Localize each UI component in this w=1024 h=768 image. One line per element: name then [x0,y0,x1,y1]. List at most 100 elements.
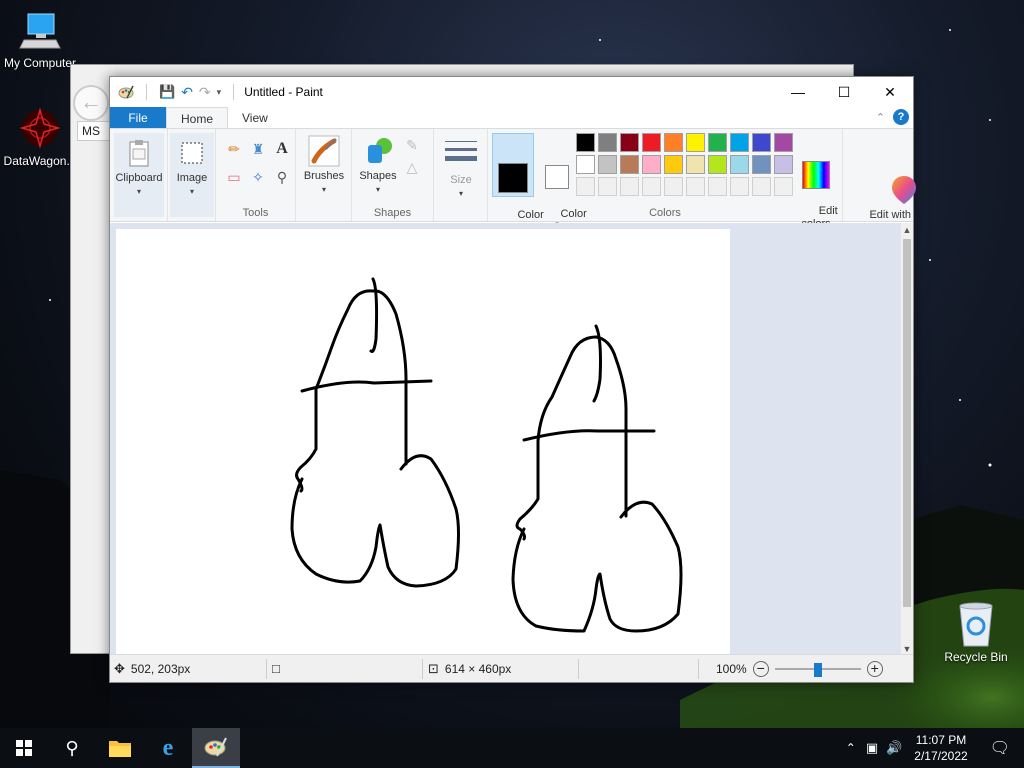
palette-swatch[interactable] [642,177,661,196]
vertical-scrollbar[interactable]: ▲ ▼ [901,223,913,656]
collapse-ribbon-icon[interactable]: ⌃ [876,111,885,124]
color1-button[interactable]: Color 1 [492,133,544,234]
recycle-bin-icon [959,602,993,647]
palette-swatch[interactable] [598,177,617,196]
palette-swatch[interactable] [774,155,793,174]
tools-label: Tools [242,207,269,219]
palette-swatch[interactable] [752,155,771,174]
canvas-workarea[interactable] [110,223,903,656]
back-arrow-icon[interactable]: ← [73,85,109,121]
size-button[interactable]: Size ▾ [440,133,482,200]
palette-swatch[interactable] [664,177,683,196]
palette-swatch[interactable] [576,155,595,174]
zoom-slider-thumb[interactable] [813,663,822,677]
palette-swatch[interactable] [730,177,749,196]
network-icon[interactable]: ▣ [862,740,882,756]
palette-swatch[interactable] [598,155,617,174]
palette-swatch[interactable] [686,155,705,174]
status-bar: ✥ 502, 203px □ ⊡ 614 × 460px 100% − + [110,654,913,682]
title-bar[interactable]: 💾 ↶ ↷ ▾ Untitled - Paint — ☐ ✕ [110,77,913,107]
desktop-icon-label: My Computer [3,56,77,70]
minimize-button[interactable]: — [775,77,821,107]
palette-swatch[interactable] [708,133,727,152]
palette-swatch[interactable] [620,177,639,196]
tab-view[interactable]: View [228,107,282,128]
pencil-icon[interactable]: ✏ [224,139,244,159]
palette-swatch[interactable] [774,133,793,152]
brushes-group: Brushes ▾ [296,129,352,221]
palette-swatch[interactable] [576,133,595,152]
palette-swatch[interactable] [642,133,661,152]
system-tray: ⌃ ▣ 🔊 11:07 PM 2/17/2022 🗨 [840,728,1024,768]
palette-swatch[interactable] [752,133,771,152]
paint-taskbar-button[interactable] [192,728,240,768]
text-icon[interactable]: A [272,139,292,159]
shapes-icon [362,135,394,167]
color-picker-icon[interactable]: ✧ [248,167,268,187]
palette-swatch[interactable] [576,177,595,196]
cursor-position-icon: ✥ [114,661,125,676]
internet-explorer-button[interactable]: e [144,728,192,768]
palette-swatch[interactable] [730,155,749,174]
edit-colors-icon [802,161,830,189]
close-button[interactable]: ✕ [867,77,913,107]
palette-swatch[interactable] [620,155,639,174]
customize-quick-access-icon[interactable]: ▾ [217,87,222,98]
eraser-icon[interactable]: ▭ [224,167,244,187]
save-icon[interactable]: 💾 [159,84,175,100]
search-button[interactable]: ⚲ [48,728,96,768]
start-button[interactable] [0,728,48,768]
internet-explorer-icon: e [162,734,174,761]
palette-swatch[interactable] [774,177,793,196]
shapes-label: Shapes [359,170,397,182]
shapes-button[interactable]: Shapes ▾ [356,133,400,196]
fill-shape-icon[interactable]: △ [402,157,422,177]
clock[interactable]: 11:07 PM 2/17/2022 [906,732,975,764]
file-explorer-button[interactable] [96,728,144,768]
outline-icon[interactable]: ✎ [402,135,422,155]
palette-swatch[interactable] [664,155,683,174]
fill-icon[interactable]: ♜ [248,139,268,159]
palette-swatch[interactable] [686,177,705,196]
brushes-button[interactable]: Brushes ▾ [300,133,348,196]
desktop-icon-datawagon[interactable]: DataWagon... [0,108,80,168]
clipboard-group: Clipboard ▾ [110,129,168,221]
help-icon[interactable]: ? [893,109,909,125]
tab-file[interactable]: File [110,107,166,128]
zoom-out-icon[interactable]: − [752,661,769,677]
scroll-down-icon[interactable]: ▼ [901,644,913,654]
folder-icon [109,741,131,757]
magnifier-icon[interactable]: ⚲ [272,167,292,187]
palette-swatch[interactable] [708,177,727,196]
scroll-thumb[interactable] [903,239,911,607]
notifications-icon[interactable]: 🗨 [976,738,1024,758]
shapes-group: Shapes ▾ ✎ △ Shapes [352,129,434,221]
show-hidden-icons-icon[interactable]: ⌃ [840,741,862,755]
paint-window[interactable]: 💾 ↶ ↷ ▾ Untitled - Paint — ☐ ✕ File Home… [109,76,916,683]
volume-icon[interactable]: 🔊 [882,740,906,756]
palette-swatch[interactable] [730,133,749,152]
recycle-bin-label: Recycle Bin [944,650,1008,664]
image-button[interactable]: Image ▾ [170,133,214,217]
tab-home[interactable]: Home [166,107,229,128]
redo-icon[interactable]: ↷ [199,84,211,101]
palette-swatch[interactable] [708,155,727,174]
color2-button[interactable]: Color 2 [536,133,587,233]
undo-icon[interactable]: ↶ [181,84,193,101]
maximize-button[interactable]: ☐ [821,77,867,107]
palette-swatch[interactable] [620,133,639,152]
palette-swatch[interactable] [664,133,683,152]
clipboard-button[interactable]: Clipboard ▾ [114,133,164,217]
brushes-label: Brushes [303,170,345,182]
desktop-icon-my-computer[interactable]: My Computer [0,10,80,70]
zoom-in-icon[interactable]: + [866,661,883,677]
palette-swatch[interactable] [642,155,661,174]
palette-swatch[interactable] [752,177,771,196]
desktop-icon-recycle-bin[interactable]: Recycle Bin [936,600,1016,664]
palette-swatch[interactable] [686,133,705,152]
scroll-up-icon[interactable]: ▲ [901,225,913,235]
zoom-slider[interactable] [774,663,861,677]
palette-swatch[interactable] [598,133,617,152]
drawing-canvas[interactable] [116,229,730,656]
clipboard-icon [123,137,155,169]
